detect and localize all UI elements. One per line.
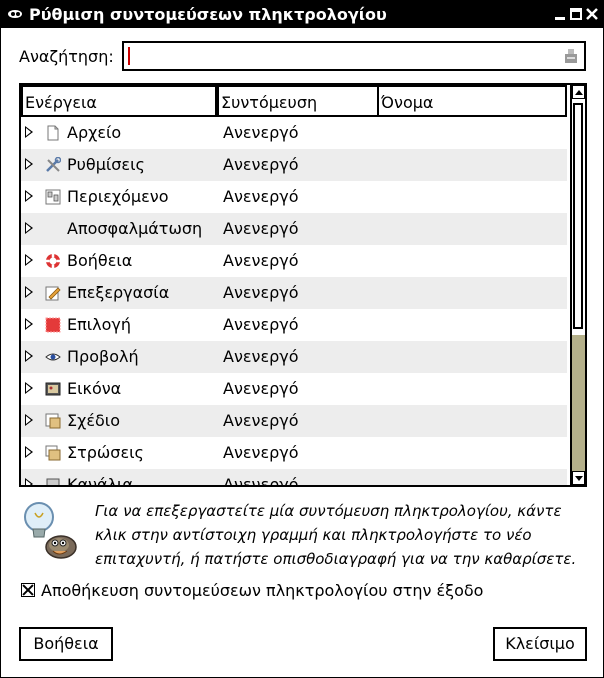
- table-row[interactable]: Σχέδιο Ανενεργό: [21, 405, 567, 437]
- minimize-icon[interactable]: [553, 7, 567, 21]
- search-label: Αναζήτηση:: [19, 47, 114, 66]
- row-shortcut: Ανενεργό: [223, 347, 299, 366]
- gimp-tip-icon: [24, 502, 77, 559]
- expander-icon[interactable]: [25, 414, 33, 426]
- table-row[interactable]: Αποσφαλμάτωση Ανενεργό: [21, 213, 567, 245]
- close-icon[interactable]: [585, 7, 599, 21]
- expander-icon[interactable]: [25, 190, 33, 202]
- row-shortcut: Ανενεργό: [223, 187, 299, 206]
- row-shortcut: Ανενεργό: [223, 219, 299, 238]
- row-label: Εικόνα: [67, 379, 122, 398]
- scroll-track[interactable]: [572, 99, 585, 471]
- table-row[interactable]: Στρώσεις Ανενεργό: [21, 437, 567, 469]
- row-label: Βοήθεια: [67, 251, 133, 270]
- clear-search-icon[interactable]: [564, 48, 578, 64]
- expander-icon[interactable]: [25, 318, 33, 330]
- row-shortcut: Ανενεργό: [223, 251, 299, 270]
- eye-icon: [45, 353, 61, 361]
- scroll-up-arrow-icon[interactable]: [572, 85, 585, 99]
- context-icon: [45, 189, 61, 205]
- row-shortcut: Ανενεργό: [223, 315, 299, 334]
- expander-icon[interactable]: [25, 222, 33, 234]
- row-shortcut: Ανενεργό: [223, 379, 299, 398]
- preferences-icon: [46, 157, 61, 172]
- table-row[interactable]: Βοήθεια Ανενεργό: [21, 245, 567, 277]
- row-label: Επεξεργασία: [67, 283, 170, 302]
- expander-icon[interactable]: [25, 382, 33, 394]
- row-label: Αρχείο: [67, 123, 122, 142]
- table-row[interactable]: Αρχείο Ανενεργό: [21, 117, 567, 149]
- table-row[interactable]: Περιεχόμενο Ανενεργό: [21, 181, 567, 213]
- row-label: Σχέδιο: [67, 411, 120, 430]
- row-label: Προβολή: [67, 347, 139, 366]
- drawable-icon: [45, 413, 61, 429]
- hint-text: Για να επεξεργαστείτε μία συντόμευση πλη…: [95, 502, 577, 568]
- table-row[interactable]: Ρυθμίσεις Ανενεργό: [21, 149, 567, 181]
- edit-icon: [45, 286, 61, 301]
- column-header-shortcut[interactable]: Συντόμευση: [217, 85, 379, 117]
- document-icon: [47, 125, 59, 141]
- table-row[interactable]: Προβολή Ανενεργό: [21, 341, 567, 373]
- expander-icon[interactable]: [25, 350, 33, 362]
- row-label: Ρυθμίσεις: [67, 155, 145, 174]
- row-label: Επιλογή: [67, 315, 132, 334]
- scroll-trough[interactable]: [572, 335, 585, 471]
- image-icon: [45, 382, 61, 396]
- row-label: Περιεχόμενο: [67, 187, 169, 206]
- expander-icon[interactable]: [25, 126, 33, 138]
- row-shortcut: Ανενεργό: [223, 283, 299, 302]
- expander-icon[interactable]: [25, 158, 33, 170]
- close-button[interactable]: Κλείσιμο: [493, 627, 587, 661]
- save-on-exit-label[interactable]: Αποθήκευση συντομεύσεων πληκτρολογίου στ…: [41, 581, 483, 600]
- layers-icon: [45, 445, 61, 461]
- gimp-eye-icon: [8, 10, 22, 18]
- column-header-action[interactable]: Ενέργεια: [21, 85, 217, 117]
- row-label: Αποσφαλμάτωση: [67, 219, 203, 238]
- text-cursor: [128, 47, 130, 65]
- table-row[interactable]: Κανάλια Ανενεργό: [21, 469, 567, 485]
- expander-icon[interactable]: [25, 286, 33, 298]
- tree-rows: Αρχείο Ανενεργό Ρυθμίσεις Ανενεργό Περιε…: [21, 117, 567, 485]
- shortcuts-dialog: Ρύθμιση συντομεύσεων πληκτρολογίου Αναζή…: [0, 0, 604, 678]
- shortcuts-tree[interactable]: Ενέργεια Συντόμευση Όνομα Αρχείο Ανενεργ…: [19, 83, 587, 487]
- help-button[interactable]: Βοήθεια: [19, 627, 113, 661]
- selection-icon: [45, 317, 61, 333]
- tree-header: Ενέργεια Συντόμευση Όνομα: [21, 85, 567, 117]
- scroll-thumb[interactable]: [573, 103, 583, 329]
- row-label: Στρώσεις: [67, 443, 144, 462]
- save-on-exit-checkbox[interactable]: [21, 583, 35, 597]
- row-shortcut: Ανενεργό: [223, 123, 299, 142]
- row-shortcut: Ανενεργό: [223, 443, 299, 462]
- row-shortcut: Ανενεργό: [223, 475, 299, 485]
- row-shortcut: Ανενεργό: [223, 411, 299, 430]
- table-row[interactable]: Εικόνα Ανενεργό: [21, 373, 567, 405]
- window-title: Ρύθμιση συντομεύσεων πληκτρολογίου: [29, 5, 387, 24]
- maximize-icon[interactable]: [569, 7, 583, 21]
- table-row[interactable]: Επεξεργασία Ανενεργό: [21, 277, 567, 309]
- expander-icon[interactable]: [25, 254, 33, 266]
- expander-icon[interactable]: [25, 478, 33, 485]
- channels-icon: [46, 478, 60, 485]
- column-header-name[interactable]: Όνομα: [377, 85, 567, 117]
- vertical-scrollbar[interactable]: [570, 85, 585, 485]
- scroll-down-arrow-icon[interactable]: [572, 471, 585, 485]
- expander-icon[interactable]: [25, 446, 33, 458]
- search-input[interactable]: [122, 41, 586, 71]
- row-shortcut: Ανενεργό: [223, 155, 299, 174]
- table-row[interactable]: Επιλογή Ανενεργό: [21, 309, 567, 341]
- help-lifebuoy-icon: [46, 254, 60, 268]
- titlebar[interactable]: Ρύθμιση συντομεύσεων πληκτρολογίου: [1, 1, 603, 28]
- row-label: Κανάλια: [67, 475, 133, 485]
